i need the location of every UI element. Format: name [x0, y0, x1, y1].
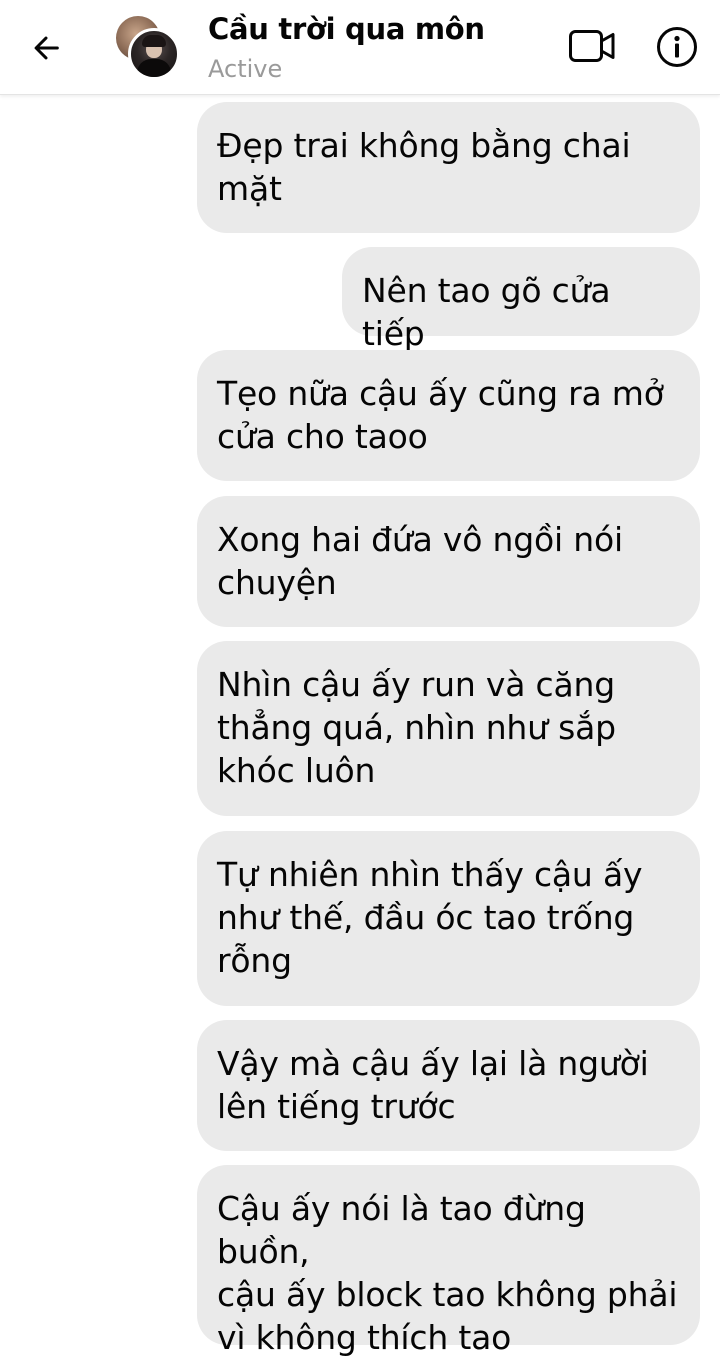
message-bubble[interactable]: Nhìn cậu ấy run và căng thẳng quá, nhìn …	[197, 641, 700, 816]
video-call-icon	[569, 30, 615, 62]
avatar[interactable]	[114, 14, 180, 80]
message-bubble[interactable]: Tẹo nữa cậu ấy cũng ra mở cửa cho taoo	[197, 350, 700, 481]
message-bubble[interactable]: Đẹp trai không bằng chai mặt	[197, 102, 700, 233]
info-button[interactable]	[652, 22, 702, 72]
contact-name[interactable]: Cầu trời qua môn	[208, 12, 485, 46]
conversation-header: Cầu trời qua môn Active	[0, 0, 720, 95]
back-button[interactable]	[22, 24, 70, 72]
back-arrow-icon	[34, 36, 59, 60]
avatar-front-photo	[128, 28, 180, 80]
message-bubble[interactable]: Tự nhiên nhìn thấy cậu ấy như thế, đầu ó…	[197, 831, 700, 1006]
message-bubble[interactable]: Vậy mà cậu ấy lại là người lên tiếng trư…	[197, 1020, 700, 1151]
message-bubble[interactable]: Xong hai đứa vô ngồi nói chuyện	[197, 496, 700, 627]
message-bubble[interactable]: Nên tao gõ cửa tiếp	[342, 247, 700, 353]
active-status: Active	[208, 55, 283, 83]
video-call-button[interactable]	[566, 22, 618, 70]
message-bubble[interactable]: Cậu ấy nói là tao đừng buồn, cậu ấy bloc…	[197, 1165, 700, 1357]
info-icon	[657, 27, 697, 67]
message-thread[interactable]: Đẹp trai không bằng chai mặt Nên tao gõ …	[0, 0, 720, 1357]
